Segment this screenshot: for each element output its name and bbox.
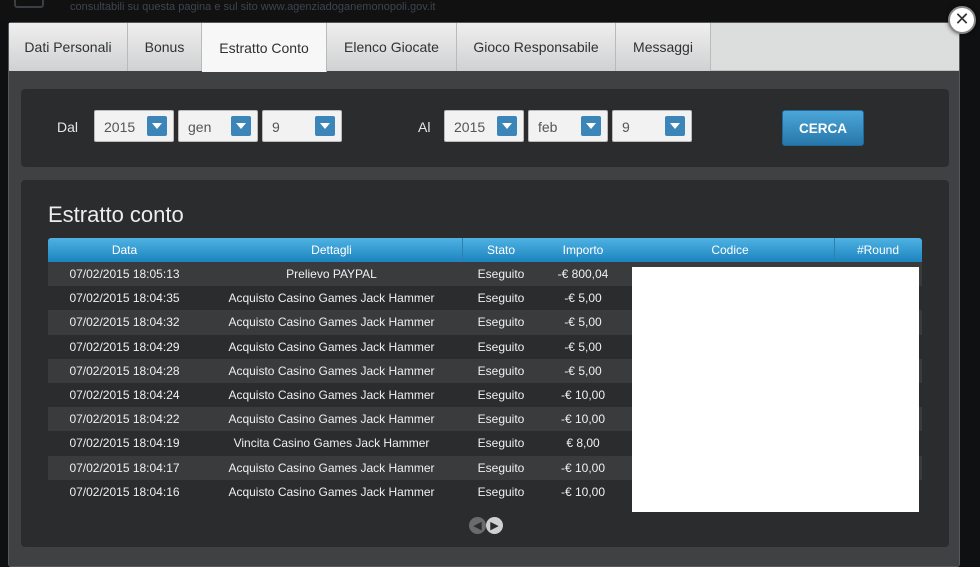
from-year-value: 2015 bbox=[104, 119, 136, 135]
cell-date: 07/02/2015 18:05:13 bbox=[69, 267, 180, 281]
cell-date: 07/02/2015 18:04:22 bbox=[69, 412, 180, 427]
cell-status: Eseguito bbox=[477, 267, 525, 281]
from-month-select[interactable]: gen bbox=[178, 110, 258, 142]
cell-details: Acquisto Casino Games Jack Hammer bbox=[228, 315, 435, 330]
date-filter-panel: Dal 2015 gen 9 Al 2015 feb 9 CERCA bbox=[21, 89, 949, 167]
account-modal: Dati Personali Bonus Estratto Conto Elen… bbox=[8, 22, 960, 567]
column-header-data[interactable]: Data bbox=[48, 238, 201, 262]
background-notice: consultabili su questa pagina e sul sito… bbox=[70, 1, 436, 13]
cell-date: 07/02/2015 18:04:29 bbox=[69, 339, 180, 354]
cell-details: Acquisto Casino Games Jack Hammer bbox=[228, 291, 435, 306]
cell-amount: -€ 10,00 bbox=[560, 460, 606, 475]
tab-estratto-conto[interactable]: Estratto Conto bbox=[202, 23, 327, 72]
to-month-select[interactable]: feb bbox=[528, 110, 608, 142]
cell-date: 07/02/2015 18:04:19 bbox=[69, 436, 180, 451]
cell-details: Acquisto Casino Games Jack Hammer bbox=[228, 460, 435, 475]
tab-bar: Dati Personali Bonus Estratto Conto Elen… bbox=[9, 23, 959, 72]
arrow-left-icon[interactable]: ◀ bbox=[469, 517, 486, 534]
tab-gioco-responsabile[interactable]: Gioco Responsabile bbox=[457, 23, 616, 71]
cell-details: Vincita Casino Games Jack Hammer bbox=[233, 436, 430, 451]
from-day-value: 9 bbox=[272, 119, 280, 135]
redacted-area bbox=[632, 267, 919, 512]
column-header-stato[interactable]: Stato bbox=[462, 238, 540, 262]
cell-status: Eseguito bbox=[477, 291, 525, 306]
cell-date: 07/02/2015 18:04:16 bbox=[69, 484, 180, 499]
cell-amount: -€ 5,00 bbox=[564, 363, 602, 378]
from-month-value: gen bbox=[188, 119, 212, 135]
to-day-select[interactable]: 9 bbox=[612, 110, 692, 142]
tab-bonus[interactable]: Bonus bbox=[128, 23, 202, 71]
cell-amount: -€ 800,04 bbox=[557, 267, 609, 281]
cell-status: Eseguito bbox=[477, 484, 525, 499]
to-month-value: feb bbox=[538, 119, 558, 135]
to-day-value: 9 bbox=[622, 119, 630, 135]
column-header-codice[interactable]: Codice bbox=[626, 238, 834, 262]
close-icon: ✕ bbox=[954, 9, 970, 30]
cell-status: Eseguito bbox=[477, 460, 525, 475]
cell-details: Acquisto Casino Games Jack Hammer bbox=[228, 412, 435, 427]
from-label: Dal bbox=[57, 119, 79, 135]
column-header-dettagli[interactable]: Dettagli bbox=[201, 238, 462, 262]
to-label: Al bbox=[418, 119, 431, 135]
cell-date: 07/02/2015 18:04:28 bbox=[69, 363, 180, 378]
tab-messaggi[interactable]: Messaggi bbox=[616, 23, 711, 71]
cell-amount: -€ 5,00 bbox=[564, 315, 602, 330]
search-button[interactable]: CERCA bbox=[782, 110, 864, 146]
chevron-down-icon bbox=[147, 116, 167, 136]
cell-amount: -€ 5,00 bbox=[564, 291, 602, 306]
cell-date: 07/02/2015 18:04:32 bbox=[69, 315, 180, 330]
cell-status: Eseguito bbox=[477, 387, 525, 402]
tab-elenco-giocate[interactable]: Elenco Giocate bbox=[327, 23, 457, 71]
cell-date: 07/02/2015 18:04:17 bbox=[69, 460, 180, 475]
cell-date: 07/02/2015 18:04:35 bbox=[69, 291, 180, 306]
cell-status: Eseguito bbox=[477, 315, 525, 330]
cell-amount: -€ 10,00 bbox=[560, 484, 606, 499]
column-header-importo[interactable]: Importo bbox=[540, 238, 626, 262]
from-year-select[interactable]: 2015 bbox=[94, 110, 174, 142]
table-header: Data Dettagli Stato Importo Codice #Roun… bbox=[48, 238, 922, 262]
cell-status: Eseguito bbox=[477, 339, 525, 354]
results-title: Estratto conto bbox=[48, 202, 184, 227]
cell-details: Acquisto Casino Games Jack Hammer bbox=[228, 387, 435, 402]
cell-details: Acquisto Casino Games Jack Hammer bbox=[228, 339, 435, 354]
cell-amount: -€ 10,00 bbox=[560, 387, 606, 402]
cell-details: Prelievo PAYPAL bbox=[286, 267, 377, 281]
close-button[interactable]: ✕ bbox=[948, 6, 976, 34]
cell-status: Eseguito bbox=[477, 412, 525, 427]
cell-status: Eseguito bbox=[477, 436, 525, 451]
cell-amount: € 8,00 bbox=[566, 436, 600, 451]
to-year-value: 2015 bbox=[454, 119, 486, 135]
pagination: ◀ ▶ bbox=[469, 517, 505, 535]
results-panel: Estratto conto Data Dettagli Stato Impor… bbox=[21, 180, 949, 547]
cell-details: Acquisto Casino Games Jack Hammer bbox=[228, 484, 435, 499]
column-header-round[interactable]: #Round bbox=[834, 238, 922, 262]
cell-date: 07/02/2015 18:04:24 bbox=[69, 387, 180, 402]
background-logo bbox=[14, 0, 44, 8]
background-page: consultabili su questa pagina e sul sito… bbox=[0, 0, 980, 22]
chevron-down-icon bbox=[231, 116, 251, 136]
cell-amount: -€ 10,00 bbox=[560, 412, 606, 427]
cell-details: Acquisto Casino Games Jack Hammer bbox=[228, 363, 435, 378]
arrow-right-icon[interactable]: ▶ bbox=[486, 517, 503, 534]
chevron-down-icon bbox=[497, 116, 517, 136]
tab-dati-personali[interactable]: Dati Personali bbox=[9, 23, 128, 71]
cell-status: Eseguito bbox=[477, 363, 525, 378]
chevron-down-icon bbox=[581, 116, 601, 136]
cell-amount: -€ 5,00 bbox=[564, 339, 602, 354]
from-day-select[interactable]: 9 bbox=[262, 110, 342, 142]
to-year-select[interactable]: 2015 bbox=[444, 110, 524, 142]
chevron-down-icon bbox=[665, 116, 685, 136]
chevron-down-icon bbox=[315, 116, 335, 136]
